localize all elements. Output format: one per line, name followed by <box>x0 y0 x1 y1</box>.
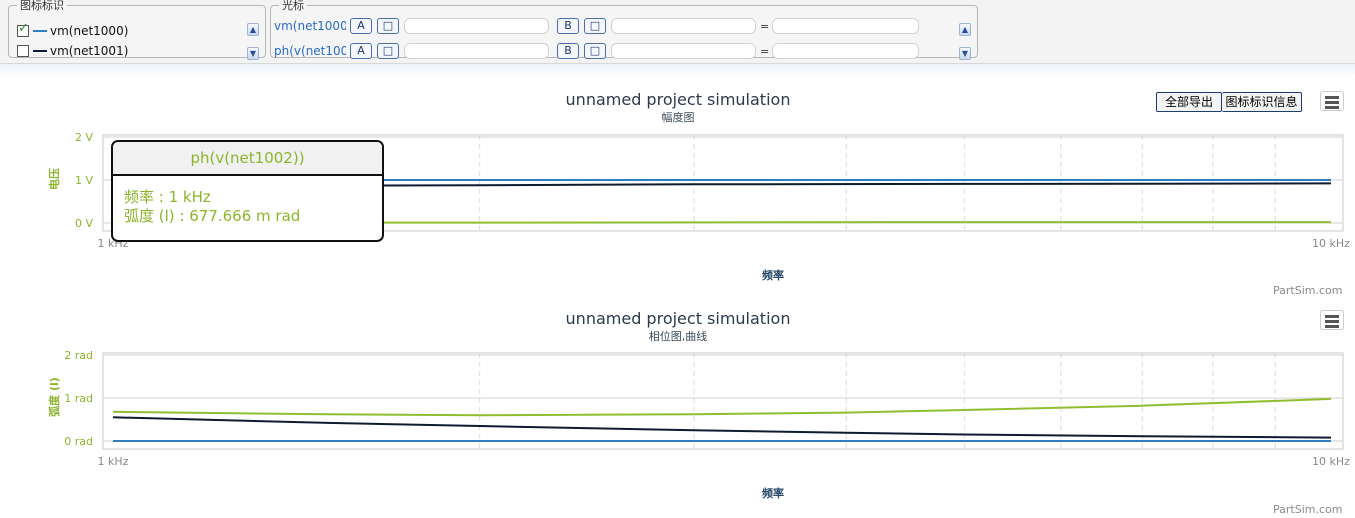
legend-checkbox[interactable] <box>17 45 29 57</box>
x-axis-label: 频率 <box>762 268 784 282</box>
cursor-b-value-field[interactable] <box>611 18 756 34</box>
phase-chart: 0 rad 1 rad 2 rad 1 kHz 10 kHz 频率 弧度 (l) <box>47 349 1350 500</box>
chart1-title: unnamed project simulation <box>565 90 791 109</box>
data-tooltip: ph(v(net1002)) 频率 : 1 kHz 弧度 (l) : 677.6… <box>111 140 384 242</box>
chart1-menu-icon[interactable] <box>1320 91 1344 111</box>
y-tick-label: 1 V <box>75 174 93 187</box>
cursor-row: ph(v(net1000) A □ B □ = <box>274 43 974 61</box>
cursor-b-value-field[interactable] <box>611 43 756 59</box>
cursor-signal-name[interactable]: vm(net1000) <box>274 19 346 33</box>
tooltip-frequency: 频率 : 1 kHz <box>124 188 211 206</box>
x-axis-label: 频率 <box>762 486 784 500</box>
y-axis-label: 弧度 (l) <box>47 377 61 417</box>
plot-area <box>102 352 1344 450</box>
scroll-up-icon[interactable]: ▲ <box>247 23 259 36</box>
cursor-a-toggle[interactable]: □ <box>377 43 399 59</box>
series-line-icon <box>33 30 47 32</box>
cursor-a-value-field[interactable] <box>404 18 549 34</box>
tooltip-title: ph(v(net1002)) <box>113 142 382 176</box>
x-tick-label: 1 kHz <box>98 455 129 468</box>
scroll-down-icon[interactable]: ▼ <box>959 47 971 60</box>
cursor-a-button[interactable]: A <box>350 43 372 59</box>
cursor-scroll: ▲ ▼ <box>959 23 971 60</box>
legend-info-button[interactable]: 图标标识信息 <box>1222 92 1302 112</box>
legend-item-label: vm(net1000) <box>50 24 129 38</box>
cursor-b-toggle[interactable]: □ <box>584 18 606 34</box>
equals-sign: = <box>760 45 770 58</box>
legend-scroll: ▲ ▼ <box>247 23 259 60</box>
legend-panel: 图标标识 ✓ vm(net1000) vm(net1001) ▲ ▼ <box>8 0 266 60</box>
chart2-title: unnamed project simulation <box>565 309 791 328</box>
x-tick-label: 10 kHz <box>1312 455 1350 468</box>
y-tick-label: 1 rad <box>64 392 93 405</box>
legend-item-vm-net1001[interactable]: vm(net1001) <box>17 43 128 59</box>
export-all-button[interactable]: 全部导出 <box>1156 92 1222 112</box>
series-line-icon <box>33 50 47 52</box>
legend-checkbox[interactable]: ✓ <box>17 21 29 37</box>
scroll-up-icon[interactable]: ▲ <box>959 23 971 36</box>
legend-item-label: vm(net1001) <box>50 44 129 58</box>
cursor-panel-title: 光标 <box>282 0 304 12</box>
cursor-b-toggle[interactable]: □ <box>584 43 606 59</box>
partsim-credit: PartSim.com <box>1273 503 1343 516</box>
equals-sign: = <box>760 20 770 33</box>
y-tick-label: 2 rad <box>64 349 93 362</box>
cursor-b-button[interactable]: B <box>557 43 579 59</box>
toolbar-shadow <box>0 64 1355 76</box>
legend-panel-title: 图标标识 <box>20 0 64 12</box>
cursor-a-toggle[interactable]: □ <box>377 18 399 34</box>
partsim-credit: PartSim.com <box>1273 284 1343 297</box>
cursor-a-value-field[interactable] <box>404 43 549 59</box>
chart2-menu-icon[interactable] <box>1320 310 1344 330</box>
y-tick-label: 0 V <box>75 217 93 230</box>
y-tick-label: 0 rad <box>64 435 93 448</box>
cursor-signal-name[interactable]: ph(v(net1000) <box>274 44 346 58</box>
tooltip-phase: 弧度 (l) : 677.666 m rad <box>124 207 301 225</box>
x-tick-label: 10 kHz <box>1312 237 1350 250</box>
cursor-panel: 光标 vm(net1000) A □ B □ = ph(v(net1000) A… <box>270 0 978 61</box>
top-toolbar: 图标标识 ✓ vm(net1000) vm(net1001) ▲ ▼ 光标 vm… <box>0 0 1355 64</box>
cursor-a-button[interactable]: A <box>350 18 372 34</box>
y-tick-label: 2 V <box>75 131 93 144</box>
scroll-down-icon[interactable]: ▼ <box>247 47 259 60</box>
cursor-b-button[interactable]: B <box>557 18 579 34</box>
cursor-row: vm(net1000) A □ B □ = <box>274 18 974 36</box>
cursor-diff-field[interactable] <box>772 18 919 34</box>
y-axis-label: 电压 <box>47 168 61 190</box>
checkmark-icon: ✓ <box>18 21 29 36</box>
cursor-diff-field[interactable] <box>772 43 919 59</box>
legend-item-vm-net1000[interactable]: ✓ vm(net1000) <box>17 21 129 39</box>
